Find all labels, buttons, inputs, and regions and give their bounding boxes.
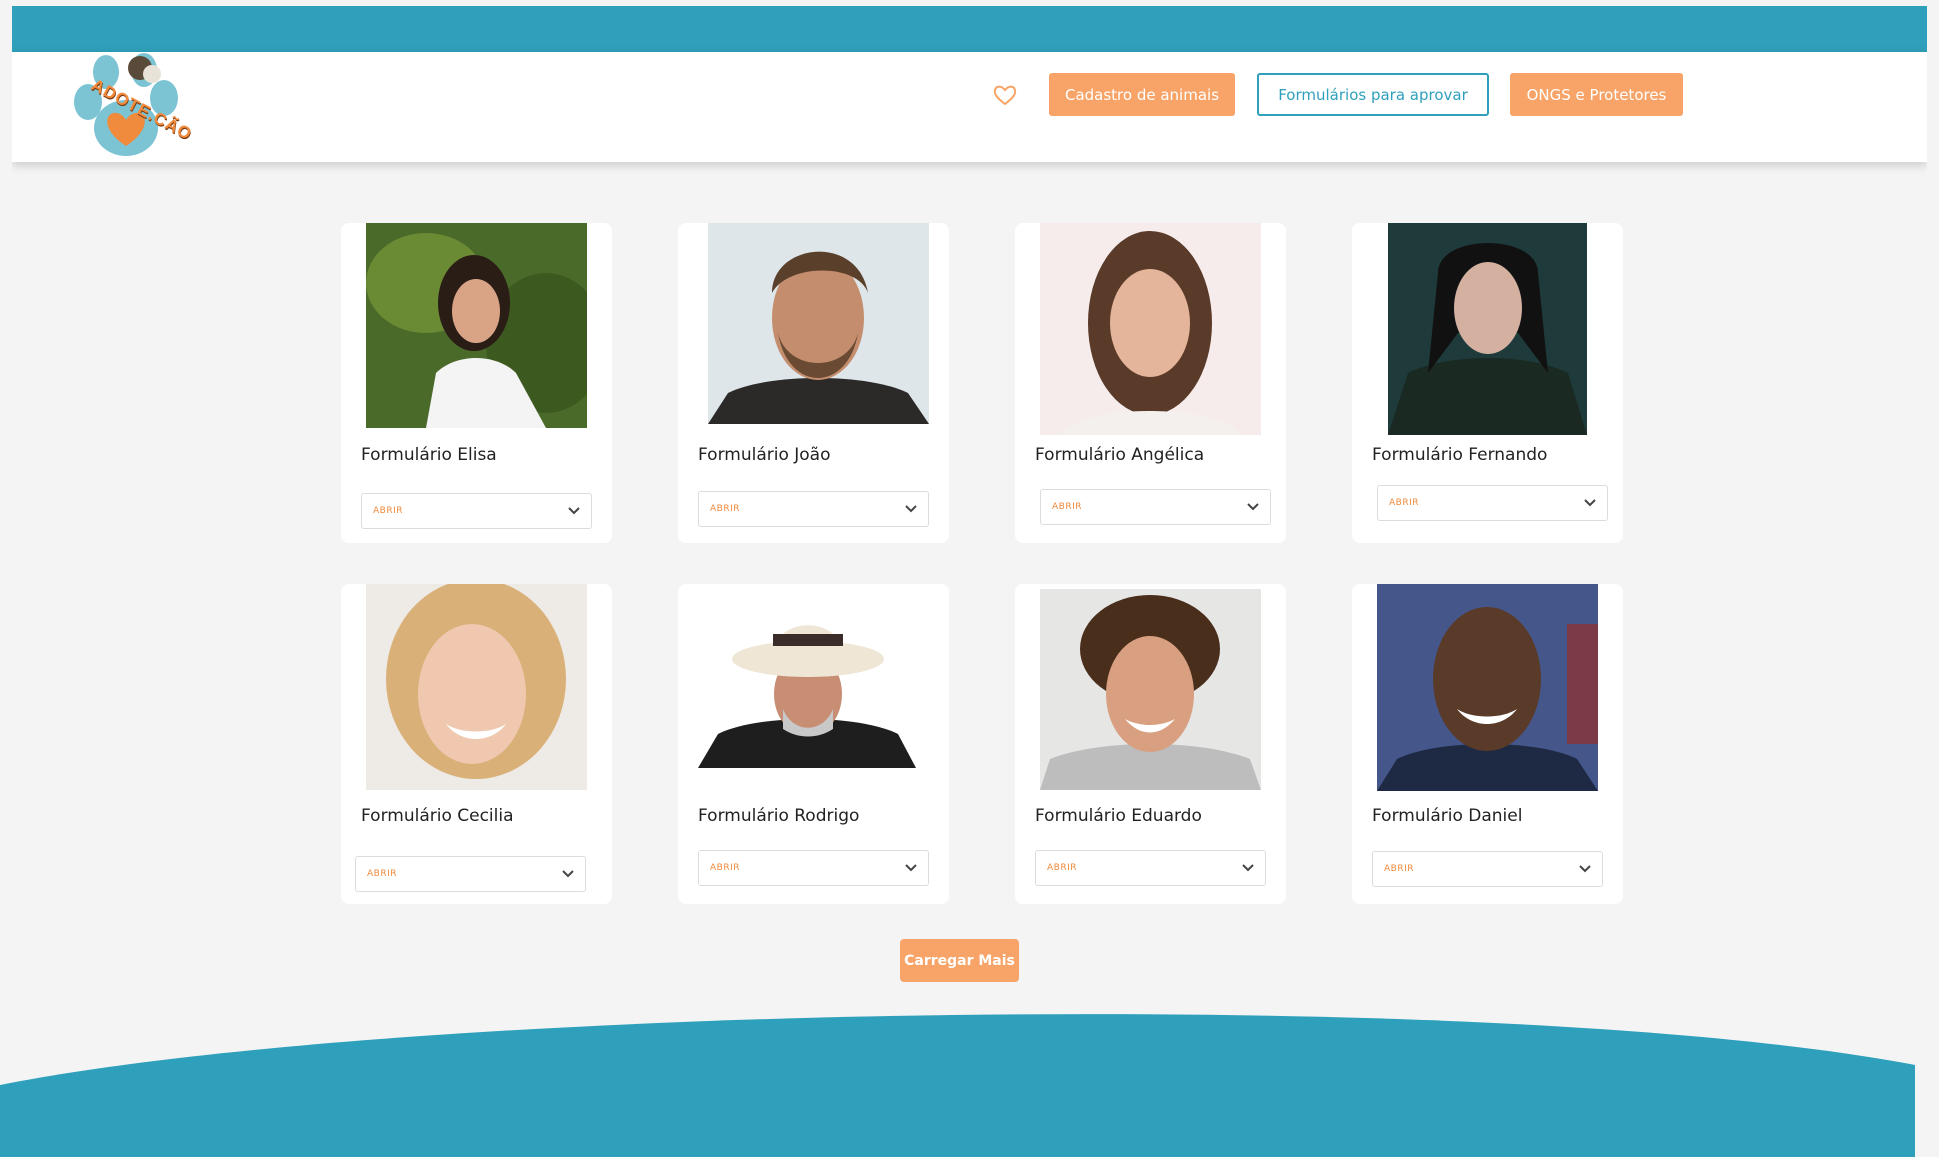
heart-icon[interactable] [993, 84, 1017, 106]
avatar [1040, 589, 1261, 790]
form-card-elisa: Formulário Elisa ABRIR [341, 223, 612, 543]
form-card-angelica: Formulário Angélica ABRIR [1015, 223, 1286, 543]
card-title: Formulário Cecilia [361, 806, 514, 826]
card-title: Formulário Elisa [361, 445, 497, 465]
load-more-button[interactable]: Carregar Mais [900, 939, 1019, 982]
abrir-select[interactable]: ABRIR [1377, 485, 1608, 521]
chevron-down-icon [1247, 503, 1259, 511]
formularios-aprovar-button[interactable]: Formulários para aprovar [1257, 73, 1489, 116]
form-card-cecilia: Formulário Cecilia ABRIR [341, 584, 612, 904]
abrir-select[interactable]: ABRIR [698, 850, 929, 886]
select-value: ABRIR [710, 504, 740, 514]
select-value: ABRIR [1052, 502, 1082, 512]
chevron-down-icon [905, 505, 917, 513]
card-title: Formulário Daniel [1372, 806, 1523, 826]
chevron-down-icon [905, 864, 917, 872]
form-card-rodrigo: Formulário Rodrigo ABRIR [678, 584, 949, 904]
chevron-down-icon [1584, 499, 1596, 507]
select-value: ABRIR [367, 869, 397, 879]
abrir-select[interactable]: ABRIR [698, 491, 929, 527]
form-card-eduardo: Formulário Eduardo ABRIR [1015, 584, 1286, 904]
card-title: Formulário Angélica [1035, 445, 1205, 465]
ongs-protetores-button[interactable]: ONGS e Protetores [1510, 73, 1683, 116]
avatar [708, 223, 929, 424]
page [12, 6, 1927, 1157]
select-value: ABRIR [710, 863, 740, 873]
abrir-select[interactable]: ABRIR [1372, 851, 1603, 887]
select-value: ABRIR [1384, 864, 1414, 874]
card-title: Formulário Rodrigo [698, 806, 860, 826]
abrir-select[interactable]: ABRIR [355, 856, 586, 892]
abrir-select[interactable]: ABRIR [1035, 850, 1266, 886]
chevron-down-icon [568, 507, 580, 515]
avatar [698, 584, 916, 768]
avatar [366, 223, 587, 428]
avatar [1377, 584, 1598, 791]
abrir-select[interactable]: ABRIR [1040, 489, 1271, 525]
select-value: ABRIR [1389, 498, 1419, 508]
chevron-down-icon [1242, 864, 1254, 872]
avatar [366, 584, 587, 790]
select-value: ABRIR [1047, 863, 1077, 873]
abrir-select[interactable]: ABRIR [361, 493, 592, 529]
footer-wave [0, 1014, 1915, 1157]
form-card-fernando: Formulário Fernando ABRIR [1352, 223, 1623, 543]
logo[interactable]: ADOTE.CÃO [68, 50, 195, 162]
avatar [1040, 223, 1261, 435]
chevron-down-icon [562, 870, 574, 878]
card-title: Formulário Fernando [1372, 445, 1548, 465]
chevron-down-icon [1579, 865, 1591, 873]
card-title: Formulário João [698, 445, 831, 465]
cadastro-animais-button[interactable]: Cadastro de animais [1049, 73, 1235, 116]
select-value: ABRIR [373, 506, 403, 516]
avatar [1388, 223, 1587, 435]
top-bar [12, 6, 1927, 52]
card-title: Formulário Eduardo [1035, 806, 1202, 826]
form-card-joao: Formulário João ABRIR [678, 223, 949, 543]
form-card-daniel: Formulário Daniel ABRIR [1352, 584, 1623, 904]
